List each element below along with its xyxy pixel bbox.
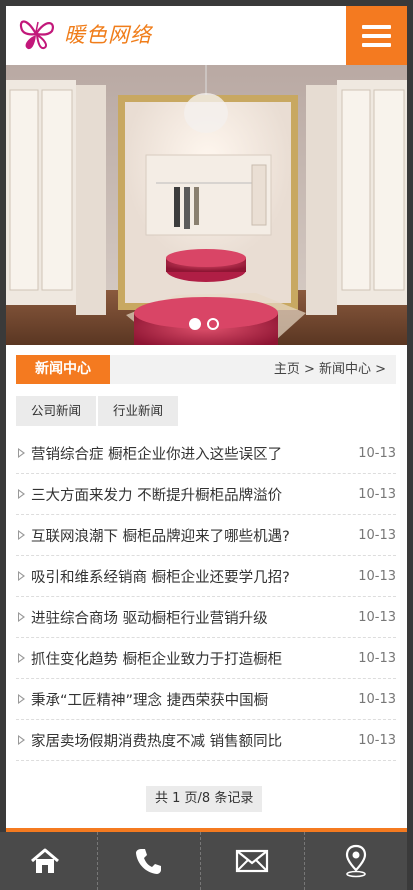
pagination-info: 共 1 页/8 条记录 [146,786,263,812]
page-frame: 暖色网络 新闻中心 主页 > 新闻中心 > 公司新闻 行业新闻 营销综合症 橱柜… [6,6,407,890]
news-date: 10-13 [358,568,396,584]
news-center-header: 新闻中心 主页 > 新闻中心 > [16,355,396,384]
triangle-bullet-icon [18,571,25,581]
list-item[interactable]: 进驻综合商场 驱动橱柜行业营销升级 10-13 [16,597,396,638]
news-date: 10-13 [358,527,396,543]
news-title[interactable]: 秉承“工匠精神”理念 捷西荣获中国橱 [31,689,316,710]
news-title[interactable]: 抓住变化趋势 橱柜企业致力于打造橱柜 [31,648,316,669]
news-tabs: 公司新闻 行业新闻 [16,396,179,426]
home-icon [31,848,60,873]
triangle-bullet-icon [18,735,25,745]
news-title[interactable]: 进驻综合商场 驱动橱柜行业营销升级 [31,607,316,628]
list-item[interactable]: 三大方面来发力 不断提升橱柜品牌溢价 10-13 [16,474,396,515]
news-title[interactable]: 家居卖场假期消费热度不减 销售额同比 [31,730,316,751]
mail-button[interactable] [201,832,305,890]
triangle-bullet-icon [18,448,25,458]
breadcrumb[interactable]: 主页 > 新闻中心 > [274,355,386,384]
list-item[interactable]: 吸引和维系经销商 橱柜企业还要学几招? 10-13 [16,556,396,597]
news-title[interactable]: 互联网浪潮下 橱柜品牌迎来了哪些机遇? [31,525,316,546]
phone-icon [135,849,161,874]
list-item[interactable]: 营销综合症 橱柜企业你进入这些误区了 10-13 [16,433,396,474]
logo[interactable]: 暖色网络 [16,14,152,54]
banner-slider[interactable] [6,65,407,345]
news-title[interactable]: 吸引和维系经销商 橱柜企业还要学几招? [31,566,316,587]
logo-text: 暖色网络 [64,23,152,47]
news-list: 营销综合症 橱柜企业你进入这些误区了 10-13 三大方面来发力 不断提升橱柜品… [16,433,396,761]
triangle-bullet-icon [18,612,25,622]
location-button[interactable] [305,832,408,890]
butterfly-logo-icon [19,20,54,50]
location-pin-icon [345,844,366,878]
phone-button[interactable] [98,832,201,890]
news-date: 10-13 [358,609,396,625]
news-date: 10-13 [358,650,396,666]
news-date: 10-13 [358,732,396,748]
list-item[interactable]: 抓住变化趋势 橱柜企业致力于打造橱柜 10-13 [16,638,396,679]
news-date: 10-13 [358,486,396,502]
news-date: 10-13 [358,691,396,707]
tab-company-news[interactable]: 公司新闻 [16,396,97,426]
banner-image [6,65,407,345]
section-title: 新闻中心 [16,355,110,384]
triangle-bullet-icon [18,530,25,540]
list-item[interactable]: 秉承“工匠精神”理念 捷西荣获中国橱 10-13 [16,679,396,720]
home-button[interactable] [0,832,98,890]
list-item[interactable]: 互联网浪潮下 橱柜品牌迎来了哪些机遇? 10-13 [16,515,396,556]
news-title[interactable]: 营销综合症 橱柜企业你进入这些误区了 [31,443,316,464]
slider-dot-1[interactable] [189,318,201,330]
slider-dot-2[interactable] [207,318,219,330]
triangle-bullet-icon [18,653,25,663]
triangle-bullet-icon [18,694,25,704]
slider-dots [189,318,219,330]
mail-icon [236,849,269,873]
tab-industry-news[interactable]: 行业新闻 [98,396,179,426]
hamburger-menu-icon [362,24,391,29]
bottom-nav [0,832,407,890]
list-item[interactable]: 家居卖场假期消费热度不减 销售额同比 10-13 [16,720,396,761]
menu-button[interactable] [346,6,407,65]
news-title[interactable]: 三大方面来发力 不断提升橱柜品牌溢价 [31,484,316,505]
header: 暖色网络 [6,6,407,65]
news-date: 10-13 [358,445,396,461]
triangle-bullet-icon [18,489,25,499]
